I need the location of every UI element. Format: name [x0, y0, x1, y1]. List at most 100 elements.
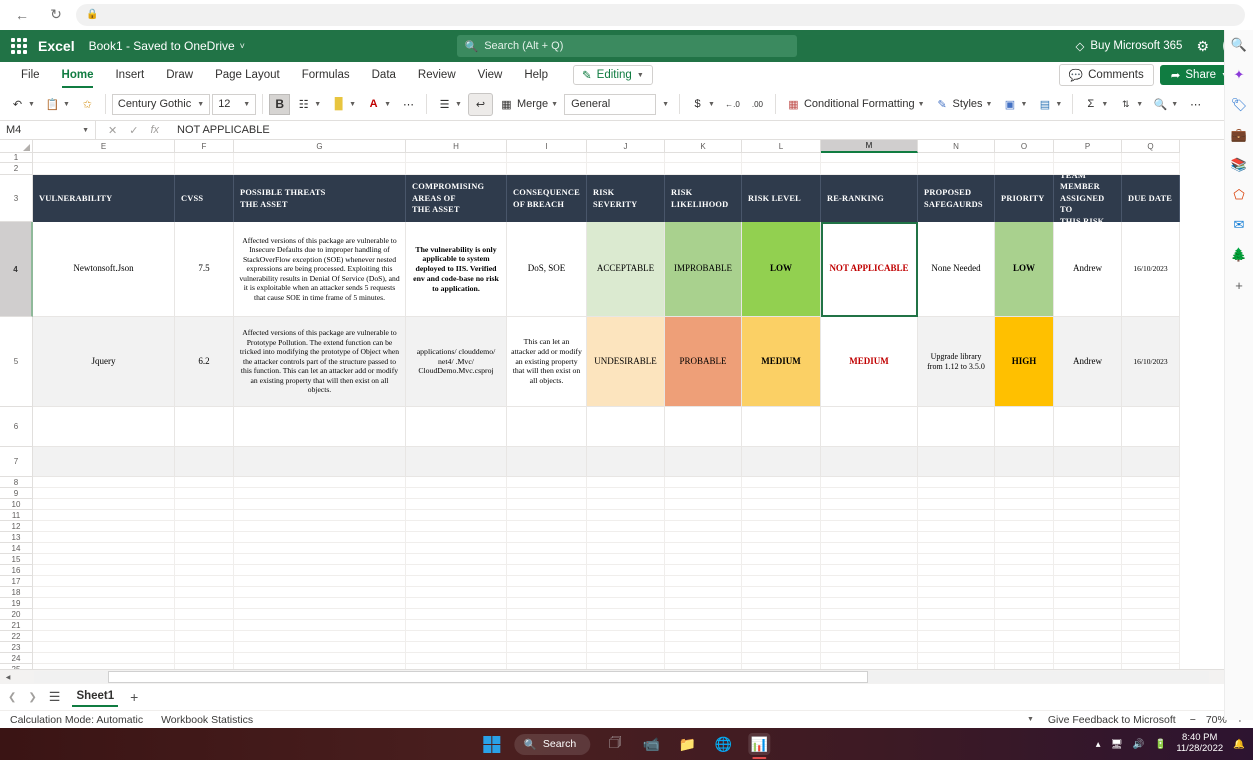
cell-K18[interactable]	[665, 587, 742, 598]
cell-G23[interactable]	[234, 642, 406, 653]
cell-P17[interactable]	[1054, 576, 1122, 587]
cell-risk-level-1[interactable]: LOW	[742, 222, 821, 317]
row-header-22[interactable]: 22	[0, 631, 33, 642]
prev-sheet-icon[interactable]: ❮	[8, 692, 16, 703]
cell-J10[interactable]	[587, 499, 665, 510]
tab-formulas[interactable]: Formulas	[291, 65, 361, 85]
cell-proposed-safegaurds-1[interactable]: None Needed	[918, 222, 995, 317]
cell-O22[interactable]	[995, 631, 1054, 642]
cell-Q15[interactable]	[1122, 554, 1180, 565]
row-header-6[interactable]: 6	[0, 407, 33, 447]
cell-E12[interactable]	[33, 521, 175, 532]
search-icon[interactable]: 🔍	[1230, 36, 1248, 54]
cell-I9[interactable]	[507, 488, 587, 499]
font-size-select[interactable]: 12▼	[212, 94, 256, 115]
cell-H9[interactable]	[406, 488, 507, 499]
cell-N25[interactable]	[918, 664, 995, 669]
cell-N12[interactable]	[918, 521, 995, 532]
cell-G7[interactable]	[234, 447, 406, 477]
document-menu-chevron-icon[interactable]: ˅	[240, 41, 245, 51]
th-risk-level[interactable]: RISK LEVEL	[742, 175, 821, 222]
cell-I13[interactable]	[507, 532, 587, 543]
cell-compromising-areas-2[interactable]: applications/ clouddemo/ net4/ .Mvc/ Clo…	[406, 317, 507, 407]
cell-P20[interactable]	[1054, 609, 1122, 620]
cell-O15[interactable]	[995, 554, 1054, 565]
office-icon[interactable]: ⬠	[1230, 186, 1248, 204]
more-font-options-button[interactable]: ⋯	[397, 94, 420, 115]
column-header-F[interactable]: F	[175, 140, 234, 153]
cell-H25[interactable]	[406, 664, 507, 669]
cell-K15[interactable]	[665, 554, 742, 565]
undo-button[interactable]: ↶▼	[6, 94, 39, 115]
cell-possible-threats-1[interactable]: Affected versions of this package are vu…	[234, 222, 406, 317]
column-header-O[interactable]: O	[995, 140, 1054, 153]
row-header-20[interactable]: 20	[0, 609, 33, 620]
cell-P19[interactable]	[1054, 598, 1122, 609]
cell-N11[interactable]	[918, 510, 995, 521]
cell-I2[interactable]	[507, 163, 587, 175]
scroll-left-icon[interactable]: ◀	[0, 674, 16, 681]
wrap-text-button[interactable]: ↩	[468, 93, 493, 116]
cell-L10[interactable]	[742, 499, 821, 510]
cell-Q11[interactable]	[1122, 510, 1180, 521]
all-sheets-icon[interactable]: ☰	[49, 689, 61, 705]
cell-G25[interactable]	[234, 664, 406, 669]
battery-icon[interactable]: 🔋	[1154, 739, 1166, 750]
cell-I17[interactable]	[507, 576, 587, 587]
cell-M10[interactable]	[821, 499, 918, 510]
cell-Q24[interactable]	[1122, 653, 1180, 664]
column-header-Q[interactable]: Q	[1122, 140, 1180, 153]
cell-L20[interactable]	[742, 609, 821, 620]
cell-H19[interactable]	[406, 598, 507, 609]
number-format-caret[interactable]: ▼	[658, 98, 673, 111]
th-team-member[interactable]: TEAM MEMBER ASSIGNED TO THIS RISK	[1054, 175, 1122, 222]
name-box[interactable]: M4 ▼	[0, 121, 96, 139]
row-header-16[interactable]: 16	[0, 565, 33, 576]
cell-Q8[interactable]	[1122, 477, 1180, 488]
cell-F23[interactable]	[175, 642, 234, 653]
cell-J23[interactable]	[587, 642, 665, 653]
cell-Q6[interactable]	[1122, 407, 1180, 447]
cell-K24[interactable]	[665, 653, 742, 664]
cell-J6[interactable]	[587, 407, 665, 447]
cell-H16[interactable]	[406, 565, 507, 576]
teams-icon[interactable]: 📹	[640, 733, 662, 755]
table-button[interactable]: ▤▼	[1033, 94, 1066, 115]
cell-G17[interactable]	[234, 576, 406, 587]
paste-button[interactable]: 📋▼	[41, 94, 74, 115]
cell-O17[interactable]	[995, 576, 1054, 587]
cell-I8[interactable]	[507, 477, 587, 488]
cell-P15[interactable]	[1054, 554, 1122, 565]
font-color-button[interactable]: A▼	[362, 94, 395, 115]
cell-I14[interactable]	[507, 543, 587, 554]
cell-O2[interactable]	[995, 163, 1054, 175]
cell-K8[interactable]	[665, 477, 742, 488]
cell-M14[interactable]	[821, 543, 918, 554]
row-header-12[interactable]: 12	[0, 521, 33, 532]
row-header-23[interactable]: 23	[0, 642, 33, 653]
cell-G10[interactable]	[234, 499, 406, 510]
tab-file[interactable]: File	[10, 65, 51, 85]
cell-Q19[interactable]	[1122, 598, 1180, 609]
sheet-tab-sheet1[interactable]: Sheet1	[72, 687, 118, 707]
ribbon-overflow-button[interactable]: ⋯	[1184, 94, 1207, 115]
cell-G9[interactable]	[234, 488, 406, 499]
cell-G20[interactable]	[234, 609, 406, 620]
cell-J20[interactable]	[587, 609, 665, 620]
select-all-corner[interactable]	[0, 140, 33, 153]
cell-K13[interactable]	[665, 532, 742, 543]
cell-Q9[interactable]	[1122, 488, 1180, 499]
cell-O20[interactable]	[995, 609, 1054, 620]
cell-P13[interactable]	[1054, 532, 1122, 543]
autosum-button[interactable]: Σ▼	[1079, 94, 1112, 115]
cell-Q7[interactable]	[1122, 447, 1180, 477]
cell-risk-likelihood-2[interactable]: PROBABLE	[665, 317, 742, 407]
cell-M7[interactable]	[821, 447, 918, 477]
cell-G6[interactable]	[234, 407, 406, 447]
excel-icon[interactable]: 📊	[748, 733, 770, 755]
cell-L1[interactable]	[742, 153, 821, 163]
cell-cvss-2[interactable]: 6.2	[175, 317, 234, 407]
zoom-out-button[interactable]: −	[1190, 714, 1196, 726]
decrease-decimal-button[interactable]: ←.0	[721, 94, 744, 115]
tab-review[interactable]: Review	[407, 65, 467, 85]
